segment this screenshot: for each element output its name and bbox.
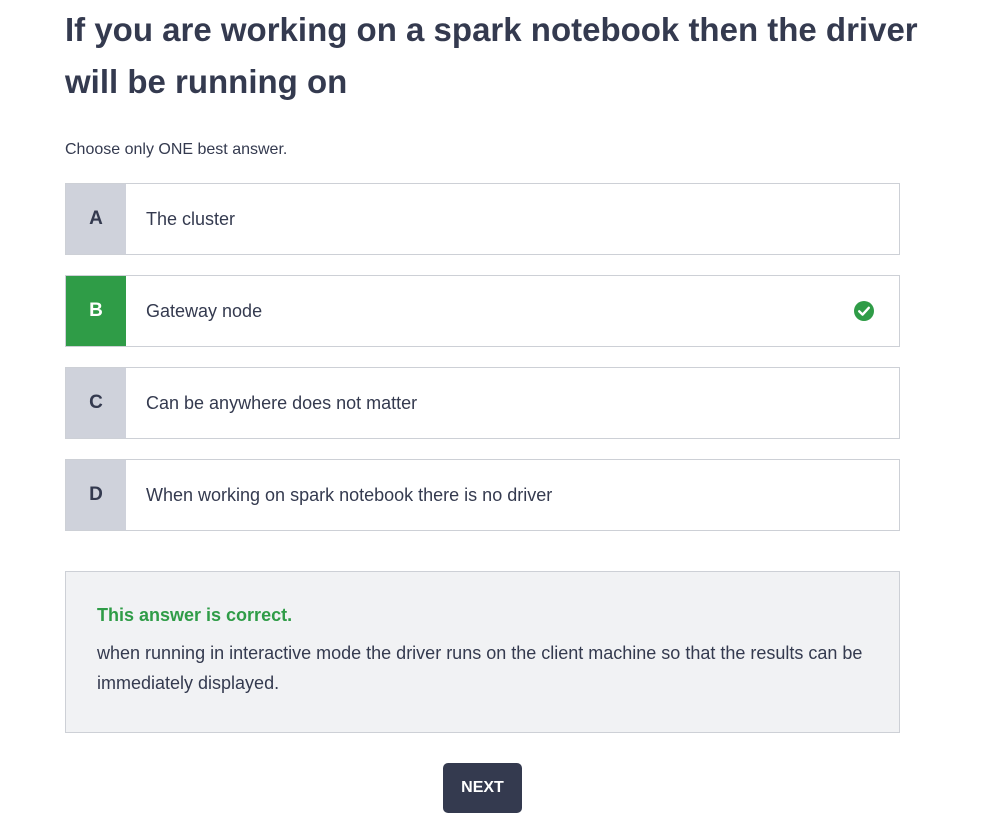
- question-title: If you are working on a spark notebook t…: [65, 11, 918, 100]
- answer-instruction: Choose only ONE best answer.: [65, 141, 288, 158]
- option-text: When working on spark notebook there is …: [146, 484, 553, 505]
- answer-feedback-panel: This answer is correct. when running in …: [65, 571, 900, 733]
- quiz-page: If you are working on a spark notebook t…: [0, 0, 987, 817]
- next-button[interactable]: NEXT: [443, 763, 522, 813]
- option-letter: D: [66, 460, 126, 530]
- feedback-status: This answer is correct.: [97, 605, 293, 625]
- option-text: Gateway node: [146, 300, 263, 321]
- option-text: The cluster: [146, 208, 236, 229]
- option-letter: A: [66, 184, 126, 254]
- feedback-explanation: when running in interactive mode the dri…: [97, 643, 863, 693]
- check-circle-icon: [854, 301, 874, 321]
- option-b[interactable]: B Gateway node: [65, 275, 900, 347]
- option-letter: B: [66, 276, 126, 346]
- option-text: Can be anywhere does not matter: [146, 392, 418, 413]
- option-c[interactable]: C Can be anywhere does not matter: [65, 367, 900, 439]
- option-letter: C: [66, 368, 126, 438]
- option-d[interactable]: D When working on spark notebook there i…: [65, 459, 900, 531]
- answer-options: A The cluster B Gateway node C Can be an…: [65, 183, 900, 551]
- option-a[interactable]: A The cluster: [65, 183, 900, 255]
